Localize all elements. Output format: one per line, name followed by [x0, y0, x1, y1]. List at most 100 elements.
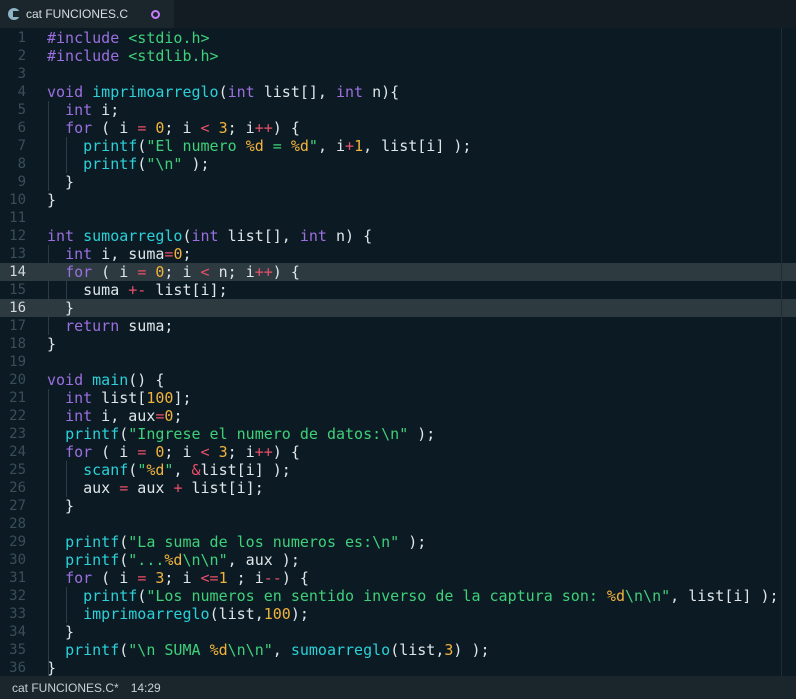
code-line[interactable]: 17 return suma;: [0, 317, 796, 335]
code-token: ) );: [453, 641, 490, 659]
code-line[interactable]: 19: [0, 353, 796, 371]
code-line[interactable]: 35 printf("\n SUMA %d\n\n", sumoarreglo(…: [0, 641, 796, 659]
code-line[interactable]: 34 }: [0, 623, 796, 641]
code-line[interactable]: 15 suma +- list[i];: [0, 281, 796, 299]
code-token: void: [47, 371, 93, 389]
line-number: 36: [9, 660, 26, 676]
line-number: 18: [9, 336, 26, 352]
code-line[interactable]: 36}: [0, 659, 796, 676]
code-line[interactable]: 26 aux = aux + list[i];: [0, 479, 796, 497]
code-line[interactable]: 20 void main() {: [0, 371, 796, 389]
line-number: 6: [17, 120, 26, 136]
code-token: int: [47, 227, 84, 245]
code-line[interactable]: 11: [0, 209, 796, 227]
code-line[interactable]: 1 #include <stdio.h>: [0, 29, 796, 47]
code-token: main: [92, 371, 129, 389]
code-token: (: [119, 551, 129, 569]
code-token: ; i: [164, 443, 201, 461]
code-token: <: [200, 263, 210, 281]
code-token: <=: [200, 569, 219, 587]
code-line[interactable]: 6 for ( i = 0; i < 3; i++) {: [0, 119, 796, 137]
code-line[interactable]: 21 int list[100];: [0, 389, 796, 407]
code-line[interactable]: 16 }: [0, 299, 796, 317]
code-text: printf("\n" );: [47, 155, 210, 173]
code-token: i, suma: [92, 245, 165, 263]
code-token: ( i: [92, 443, 138, 461]
code-token: list[i];: [182, 479, 264, 497]
code-token: printf: [65, 641, 120, 659]
code-text: printf("Los numeros en sentido inverso d…: [47, 587, 778, 605]
code-line[interactable]: 5 int i;: [0, 101, 796, 119]
code-line[interactable]: 9 }: [0, 173, 796, 191]
code-line[interactable]: 14 for ( i = 0; i < n; i++) {: [0, 263, 796, 281]
line-number: 2: [17, 48, 26, 64]
code-token: =: [137, 119, 147, 137]
code-token: 1: [218, 569, 228, 587]
code-line[interactable]: 7 printf("El numero %d = %d", i+1, list[…: [0, 137, 796, 155]
code-line[interactable]: 25 scanf("%d", &list[i] );: [0, 461, 796, 479]
code-line[interactable]: 27 }: [0, 497, 796, 515]
code-line[interactable]: 28: [0, 515, 796, 533]
code-token: scanf: [83, 461, 129, 479]
code-token: suma;: [119, 317, 174, 335]
unsaved-dot-icon[interactable]: [151, 9, 160, 19]
code-token: "Ingrese el numero de datos:\n": [128, 425, 409, 443]
code-token: i, aux: [92, 407, 156, 425]
indent-guide: [48, 389, 49, 676]
line-number: 4: [17, 84, 26, 100]
code-line[interactable]: 8 printf("\n" );: [0, 155, 796, 173]
code-line[interactable]: 32 printf("Los numeros en sentido invers…: [0, 587, 796, 605]
code-text: for ( i = 0; i < n; i++) {: [47, 263, 300, 281]
line-number: 30: [9, 552, 26, 568]
code-token: return: [65, 317, 120, 335]
line-number: 7: [17, 138, 26, 154]
code-editor[interactable]: 1 #include <stdio.h> 2 #include <stdlib.h> 3…: [0, 28, 796, 676]
tab-funciones-c[interactable]: cat FUNCIONES.C: [0, 0, 174, 28]
code-token: printf: [65, 533, 120, 551]
code-token: }: [47, 191, 57, 209]
editor-ruler: [781, 28, 782, 676]
code-line[interactable]: 33 imprimoarreglo(list,100);: [0, 605, 796, 623]
code-token: =: [119, 479, 129, 497]
code-token: <: [200, 119, 210, 137]
code-line[interactable]: 29 printf("La suma de los numeros es:\n"…: [0, 533, 796, 551]
line-number: 8: [17, 156, 26, 172]
code-token: aux: [128, 479, 174, 497]
code-line[interactable]: 13 int i, suma=0;: [0, 245, 796, 263]
code-line[interactable]: 12 int sumoarreglo(int list[], int n) {: [0, 227, 796, 245]
code-token: printf: [65, 551, 120, 569]
code-line[interactable]: 10}: [0, 191, 796, 209]
code-line[interactable]: 23 printf("Ingrese el numero de datos:\n…: [0, 425, 796, 443]
code-text: }: [47, 335, 56, 353]
code-token: ( i: [92, 263, 138, 281]
code-token: 3: [218, 443, 228, 461]
code-token: );: [182, 155, 210, 173]
code-token: imprimoarreglo: [83, 605, 210, 623]
code-token: for: [65, 119, 93, 137]
code-line[interactable]: 3: [0, 65, 796, 83]
code-token: =: [137, 569, 147, 587]
code-token: ,: [272, 641, 291, 659]
code-token: ( i: [92, 569, 138, 587]
code-token: ; i: [164, 569, 201, 587]
code-token: ; i: [164, 119, 201, 137]
code-line[interactable]: 31 for ( i = 3; i <=1 ; i--) {: [0, 569, 796, 587]
code-line[interactable]: 18}: [0, 335, 796, 353]
code-line[interactable]: 2 #include <stdlib.h>: [0, 47, 796, 65]
code-line[interactable]: 30 printf("...%d\n\n", aux );: [0, 551, 796, 569]
code-token: 1: [354, 137, 364, 155]
code-token: printf: [83, 137, 138, 155]
code-line[interactable]: 4 void imprimoarreglo(int list[], int n){: [0, 83, 796, 101]
code-line[interactable]: 22 int i, aux=0;: [0, 407, 796, 425]
code-token: ": [308, 137, 318, 155]
code-token: 100: [146, 389, 174, 407]
code-line[interactable]: 24 for ( i = 0; i < 3; i++) {: [0, 443, 796, 461]
code-token: ": [137, 461, 147, 479]
